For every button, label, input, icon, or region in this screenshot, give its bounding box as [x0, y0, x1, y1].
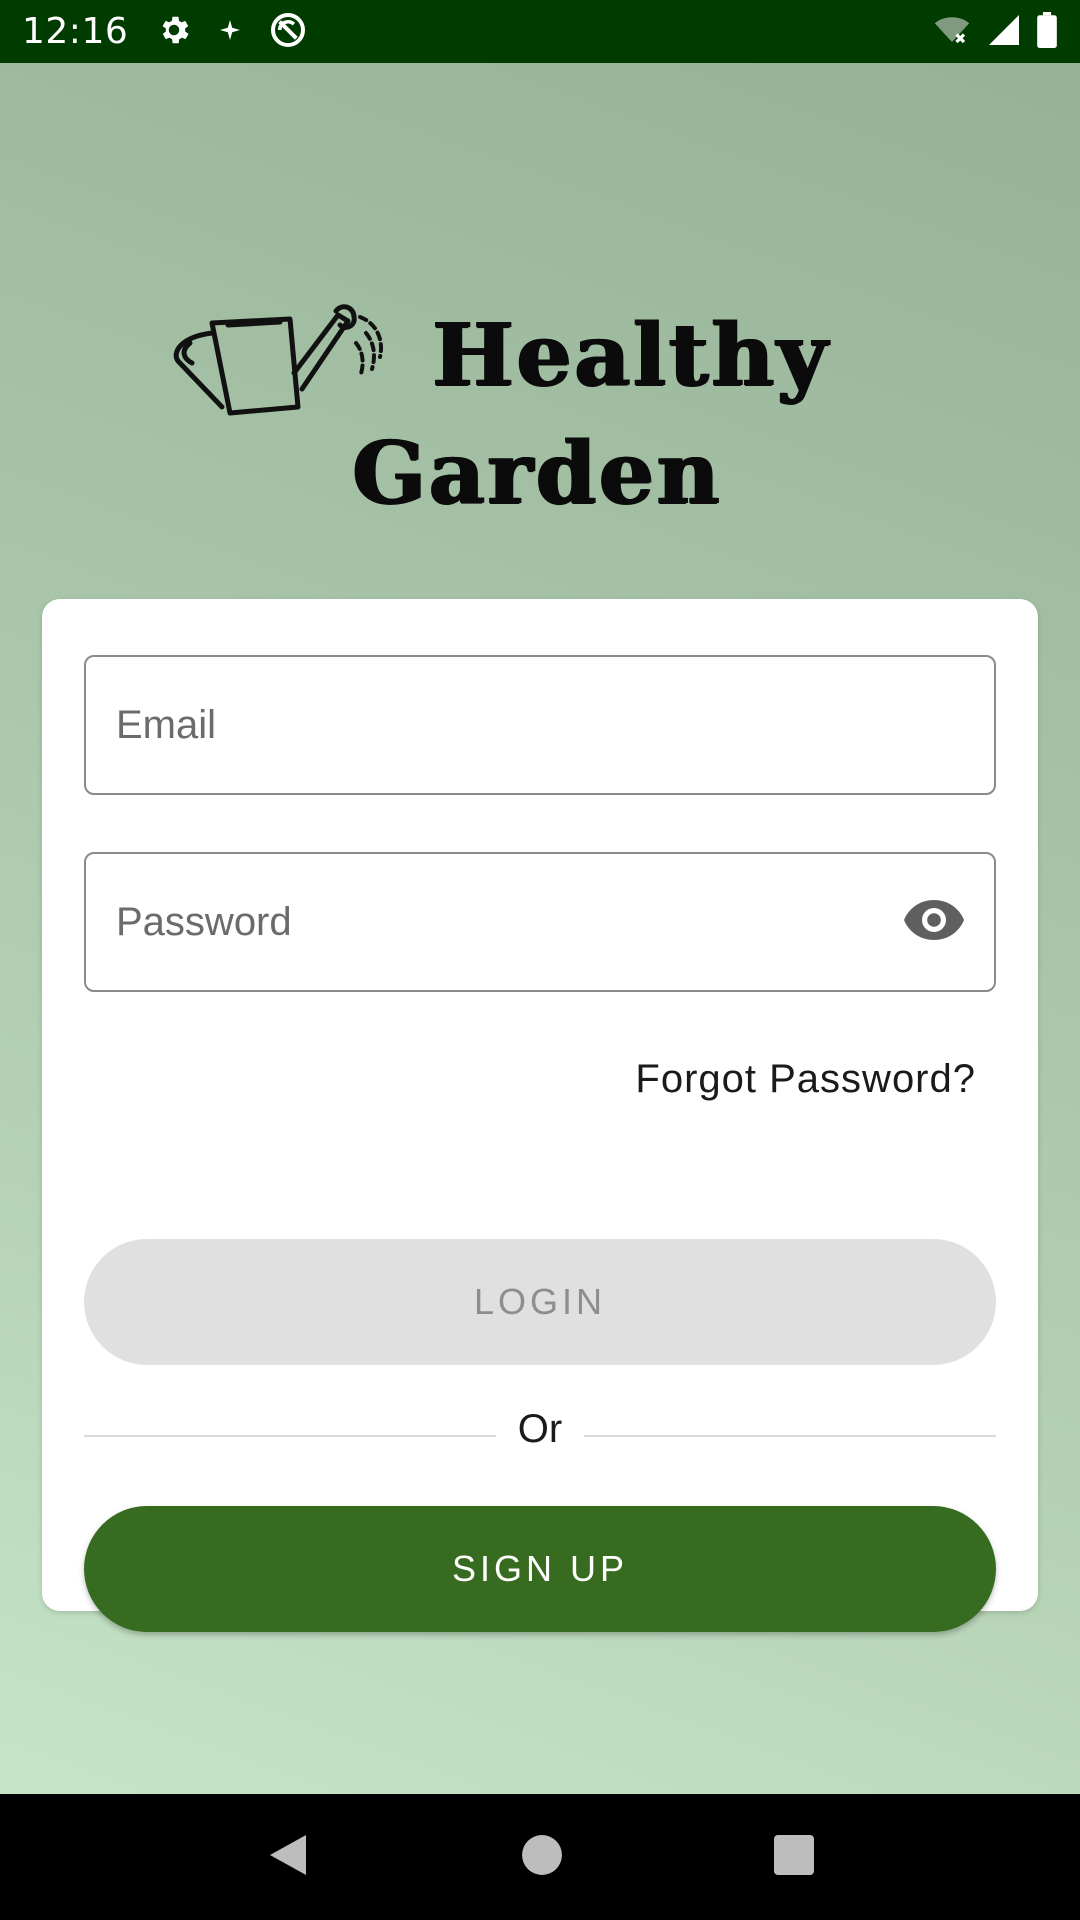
sparkle-icon: [218, 18, 242, 46]
status-time: 12:16: [22, 11, 129, 52]
no-sync-icon: [268, 10, 308, 54]
email-field[interactable]: Email: [84, 655, 996, 795]
navigation-bar: [0, 1794, 1080, 1920]
or-label: Or: [517, 1407, 563, 1451]
signal-icon: [986, 12, 1022, 52]
forgot-password-link[interactable]: Forgot Password?: [635, 1057, 976, 1102]
home-icon[interactable]: [521, 1834, 563, 1880]
password-placeholder: Password: [116, 899, 292, 944]
status-right-icons: [932, 11, 1058, 52]
divider-line-right: [584, 1435, 996, 1437]
watering-can-icon: [170, 303, 420, 437]
login-card: Email Password Forgot Password? LOGIN Or…: [42, 599, 1038, 1632]
back-icon[interactable]: [266, 1831, 310, 1883]
settings-icon: [156, 12, 192, 52]
password-field[interactable]: Password: [84, 852, 996, 992]
status-bar: 12:16: [0, 0, 1080, 63]
wifi-off-icon: [932, 12, 972, 52]
recents-icon[interactable]: [774, 1835, 815, 1879]
show-password-eye-icon[interactable]: [904, 900, 964, 944]
login-button[interactable]: LOGIN: [84, 1239, 996, 1365]
email-placeholder: Email: [116, 702, 217, 747]
signup-button[interactable]: SIGN UP: [84, 1506, 996, 1632]
login-screen: Healthy Garden Email Password Forgot Pas…: [0, 63, 1080, 1794]
battery-icon: [1036, 11, 1058, 52]
logo-title-line-1: Healthy: [432, 305, 830, 406]
or-divider: Or: [84, 1407, 996, 1463]
logo-title-line-2: Garden: [352, 423, 722, 524]
app-logo: Healthy Garden: [170, 243, 910, 533]
status-left-icons: [156, 10, 308, 54]
